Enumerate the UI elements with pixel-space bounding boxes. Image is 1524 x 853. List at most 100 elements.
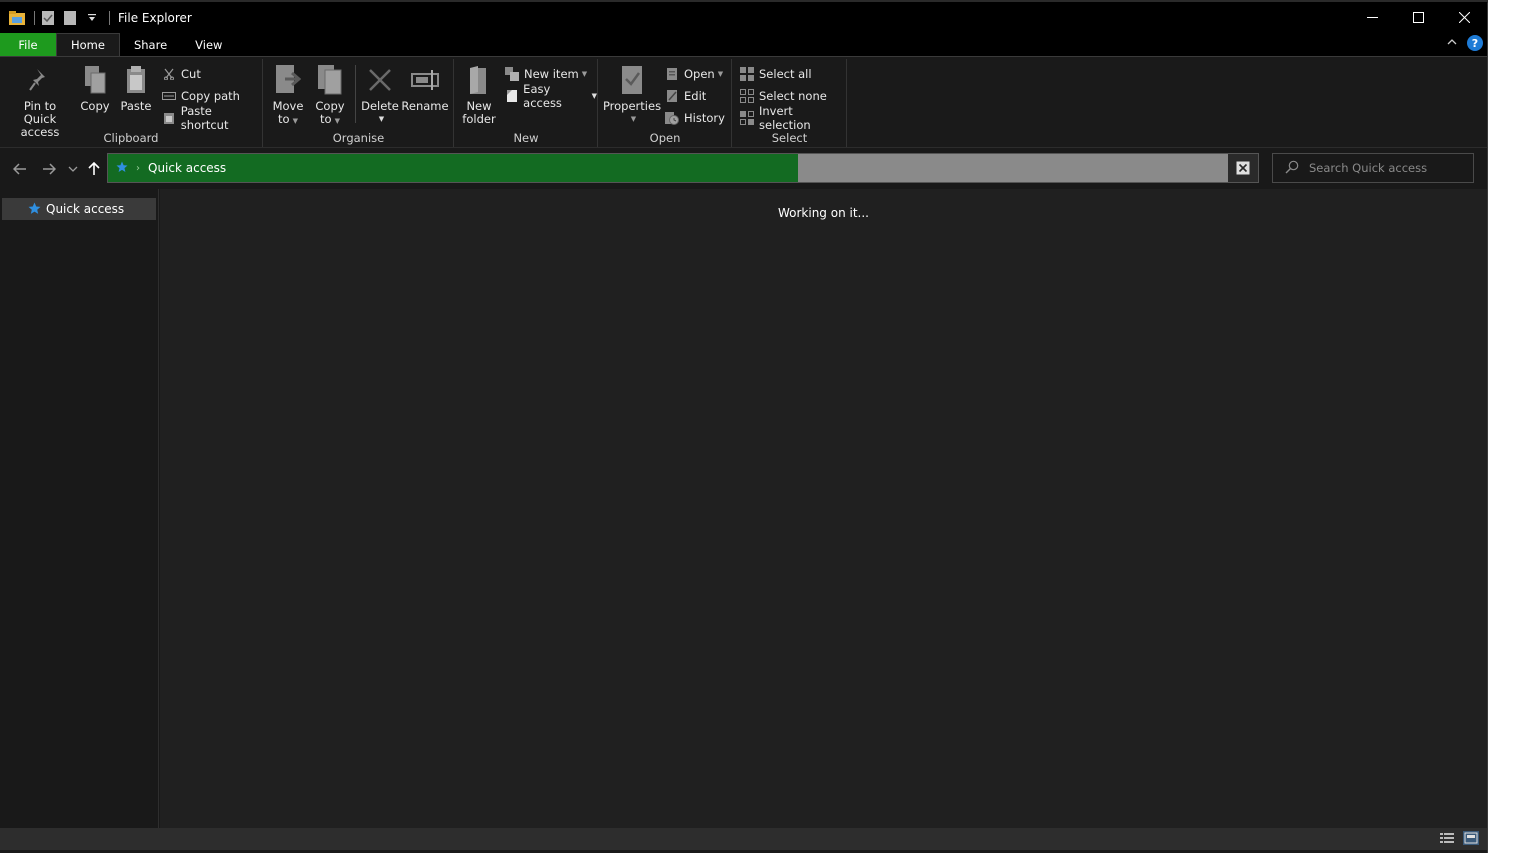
- open-button[interactable]: Open ▼: [665, 65, 723, 83]
- clipboard-group-label: Clipboard: [103, 131, 159, 145]
- new-item-button[interactable]: New item ▼: [505, 65, 587, 83]
- breadcrumb-quick-access[interactable]: Quick access: [148, 161, 226, 175]
- select-group-label: Select: [771, 131, 808, 145]
- properties-button[interactable]: Properties ▼: [602, 63, 662, 126]
- copy-path-button[interactable]: Copy path: [162, 87, 240, 105]
- stop-loading-button[interactable]: [1228, 154, 1258, 182]
- view-toggle: [1439, 831, 1479, 845]
- copy-to-button[interactable]: Copy to ▼: [312, 63, 348, 128]
- maximize-button[interactable]: [1395, 2, 1441, 33]
- properties-icon[interactable]: [39, 9, 57, 27]
- open-group: Properties ▼ Open ▼ Edit History Open: [599, 59, 732, 147]
- new-folder-icon[interactable]: [61, 9, 79, 27]
- rename-button[interactable]: Rename: [401, 63, 449, 113]
- move-to-label-line2: to ▼: [278, 112, 298, 126]
- file-list-pane[interactable]: Working on it...: [160, 189, 1487, 828]
- open-label: Open: [684, 67, 715, 81]
- back-button[interactable]: [10, 159, 30, 179]
- organise-group: Move to ▼ Copy to ▼ Delete ▼ Rename Orga…: [264, 59, 454, 147]
- tab-share[interactable]: Share: [120, 33, 181, 56]
- new-item-label: New item: [524, 67, 579, 81]
- address-bar[interactable]: › Quick access: [107, 153, 1259, 183]
- pin-icon: [25, 63, 55, 97]
- properties-icon: [617, 63, 647, 97]
- up-button[interactable]: [84, 159, 104, 179]
- paste-shortcut-button[interactable]: Paste shortcut: [162, 104, 262, 132]
- navigation-bar: › Quick access: [0, 149, 1487, 189]
- copy-label: Copy: [80, 99, 110, 113]
- delete-chevron-down-icon: ▼: [378, 115, 385, 123]
- search-input[interactable]: [1309, 161, 1469, 175]
- delete-button[interactable]: Delete ▼: [360, 63, 400, 126]
- select-group: Select all Select none Invert selection …: [733, 59, 847, 147]
- paste-shortcut-label: Paste shortcut: [180, 104, 229, 132]
- quick-access-star-icon: [28, 202, 41, 218]
- status-bar: [0, 828, 1487, 850]
- tab-file[interactable]: File: [0, 33, 56, 56]
- title-bar: File Explorer: [0, 2, 1487, 33]
- clipboard-icon: [121, 63, 151, 97]
- tab-view[interactable]: View: [181, 33, 236, 56]
- select-none-button[interactable]: Select none: [740, 87, 827, 105]
- invert-selection-label: Invert selection: [759, 104, 811, 132]
- select-all-button[interactable]: Select all: [740, 65, 812, 83]
- new-item-chevron-down-icon: ▼: [581, 70, 588, 78]
- new-group: New folder New item ▼ Easy access ▼ New: [455, 59, 598, 147]
- invert-selection-button[interactable]: Invert selection: [740, 104, 846, 132]
- organise-group-label: Organise: [332, 131, 385, 145]
- edit-button[interactable]: Edit: [665, 87, 706, 105]
- paste-label: Paste: [120, 99, 152, 113]
- minimize-button[interactable]: [1349, 2, 1395, 33]
- sidebar-item-quick-access[interactable]: Quick access: [2, 198, 156, 220]
- separator: [109, 10, 110, 25]
- new-folder-button[interactable]: New folder: [459, 63, 499, 126]
- pin-label-line1: Pin to Quick: [23, 99, 57, 126]
- clipboard-group: Pin to Quick access Copy Paste Cut Copy …: [0, 59, 263, 147]
- select-none-icon: [740, 89, 754, 103]
- recent-locations-chevron-down-icon[interactable]: [63, 159, 83, 179]
- properties-label: Properties: [602, 99, 662, 113]
- search-box[interactable]: [1272, 153, 1474, 183]
- delete-label: Delete: [361, 99, 399, 113]
- breadcrumb-separator-chevron-icon[interactable]: ›: [136, 163, 140, 174]
- ribbon-right-controls: ?: [1447, 35, 1483, 51]
- breadcrumb: › Quick access: [116, 154, 226, 182]
- move-to-button[interactable]: Move to ▼: [270, 63, 306, 128]
- open-icon: [665, 67, 679, 81]
- properties-chevron-down-icon: ▼: [630, 115, 637, 123]
- copy-icon: [80, 63, 110, 97]
- easy-access-label: Easy access: [523, 82, 562, 110]
- help-icon[interactable]: ?: [1467, 35, 1483, 51]
- customize-qat-chevron-icon[interactable]: [83, 9, 101, 27]
- large-icons-view-icon[interactable]: [1463, 831, 1479, 845]
- copy-path-label: Copy path: [181, 89, 240, 103]
- new-group-label: New: [513, 131, 539, 145]
- edit-label: Edit: [684, 89, 707, 103]
- pin-to-quick-access-button[interactable]: Pin to Quick access: [6, 63, 74, 139]
- rename-label: Rename: [401, 99, 449, 113]
- delete-x-icon: [365, 63, 395, 97]
- organise-divider: [355, 65, 356, 123]
- close-button[interactable]: [1441, 2, 1487, 33]
- cut-label: Cut: [181, 67, 201, 81]
- tab-home[interactable]: Home: [56, 33, 120, 56]
- rename-icon: [410, 63, 440, 97]
- search-icon: [1285, 160, 1299, 177]
- collapse-ribbon-chevron-up-icon[interactable]: [1447, 36, 1457, 50]
- easy-access-button[interactable]: Easy access ▼: [505, 82, 597, 110]
- paste-shortcut-icon: [162, 111, 176, 125]
- details-view-icon[interactable]: [1439, 831, 1455, 845]
- copy-button[interactable]: Copy: [78, 63, 112, 113]
- ribbon: Pin to Quick access Copy Paste Cut Copy …: [0, 56, 1487, 148]
- copy-path-icon: [162, 89, 176, 103]
- move-to-icon: [273, 63, 303, 97]
- forward-button[interactable]: [39, 159, 59, 179]
- paste-button[interactable]: Paste: [119, 63, 153, 113]
- scissors-icon: [162, 67, 176, 81]
- cut-button[interactable]: Cut: [162, 65, 201, 83]
- copy-to-label-line2: to ▼: [320, 112, 340, 126]
- history-icon: [665, 111, 679, 125]
- new-folder-icon: [464, 63, 494, 97]
- separator: [34, 10, 35, 25]
- history-button[interactable]: History: [665, 109, 725, 127]
